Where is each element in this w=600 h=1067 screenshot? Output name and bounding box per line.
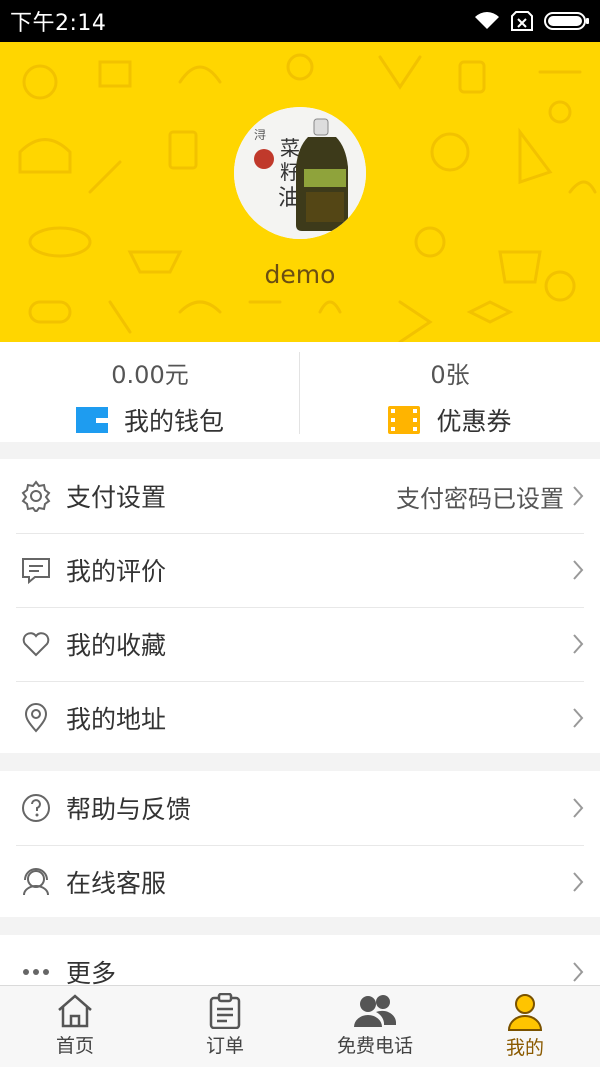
chevron-right-icon [573, 560, 584, 580]
nav-mine[interactable]: 我的 [450, 986, 600, 1067]
menu-item-payment-settings[interactable]: 支付设置 支付密码已设置 [0, 459, 600, 533]
nav-label: 订单 [205, 1035, 244, 1057]
menu-label: 帮助与反馈 [66, 795, 192, 824]
clipboard-icon [209, 993, 241, 1029]
svg-text:菜: 菜 [280, 136, 300, 160]
menu-label: 我的地址 [66, 705, 167, 734]
no-sim-icon [511, 11, 533, 31]
payment-status: 支付密码已设置 [396, 484, 564, 513]
nav-orders[interactable]: 订单 [150, 986, 300, 1067]
coupon-count: 0张 [430, 361, 470, 389]
menu-label: 在线客服 [66, 869, 167, 898]
bottom-navigation: 首页 订单 免费电话 我的 [0, 985, 600, 1067]
status-time: 下午2:14 [10, 11, 107, 36]
svg-text:浔: 浔 [254, 128, 266, 142]
avatar[interactable]: 浔 菜 籽 油 [234, 107, 366, 239]
wifi-icon [475, 12, 499, 29]
menu-item-help-feedback[interactable]: 帮助与反馈 [0, 771, 600, 845]
comment-icon [20, 554, 52, 586]
home-icon [58, 994, 92, 1028]
status-bar: 下午2:14 [0, 0, 600, 42]
battery-icon [544, 12, 589, 30]
support-section: 帮助与反馈 在线客服 [0, 771, 600, 917]
chevron-right-icon [573, 872, 584, 892]
menu-item-my-favorites[interactable]: 我的收藏 [0, 607, 600, 681]
settings-section: 支付设置 支付密码已设置 我的评价 我的收藏 我的地址 [0, 459, 600, 753]
user-icon [507, 994, 543, 1031]
menu-label: 支付设置 [66, 483, 167, 512]
wallet-divider [299, 352, 300, 434]
nav-label: 我的 [505, 1037, 544, 1059]
headset-icon [20, 866, 52, 898]
wallet-label: 我的钱包 [123, 407, 224, 436]
more-dots-icon [20, 956, 52, 988]
username: demo [264, 260, 336, 289]
heart-icon [20, 628, 52, 660]
wallet-panel: 0.00元 我的钱包 0张 优惠券 [0, 342, 600, 442]
wallet-icon [75, 407, 108, 433]
status-icons [474, 11, 590, 31]
chevron-right-icon [573, 634, 584, 654]
help-icon [20, 792, 52, 824]
people-icon [354, 995, 396, 1027]
nav-label: 免费电话 [336, 1035, 413, 1057]
wallet-balance: 0.00元 [111, 361, 189, 389]
profile-header: 浔 菜 籽 油 demo [0, 42, 600, 342]
menu-label: 我的收藏 [66, 631, 167, 660]
menu-item-my-address[interactable]: 我的地址 [0, 681, 600, 755]
my-wallet-button[interactable]: 0.00元 我的钱包 [0, 342, 300, 442]
nav-home[interactable]: 首页 [0, 986, 150, 1067]
chevron-right-icon [573, 708, 584, 728]
gear-icon [20, 480, 52, 512]
menu-label: 我的评价 [66, 557, 167, 586]
menu-item-online-service[interactable]: 在线客服 [0, 845, 600, 919]
avatar-image: 浔 菜 籽 油 [234, 107, 366, 239]
menu-item-my-reviews[interactable]: 我的评价 [0, 533, 600, 607]
chevron-right-icon [573, 486, 584, 506]
coupon-label: 优惠券 [436, 407, 512, 436]
nav-label: 首页 [55, 1035, 94, 1057]
location-pin-icon [20, 702, 52, 734]
coupon-icon [388, 406, 421, 434]
chevron-right-icon [573, 962, 584, 982]
coupon-button[interactable]: 0张 优惠券 [300, 342, 600, 442]
chevron-right-icon [573, 798, 584, 818]
nav-free-call[interactable]: 免费电话 [300, 986, 450, 1067]
